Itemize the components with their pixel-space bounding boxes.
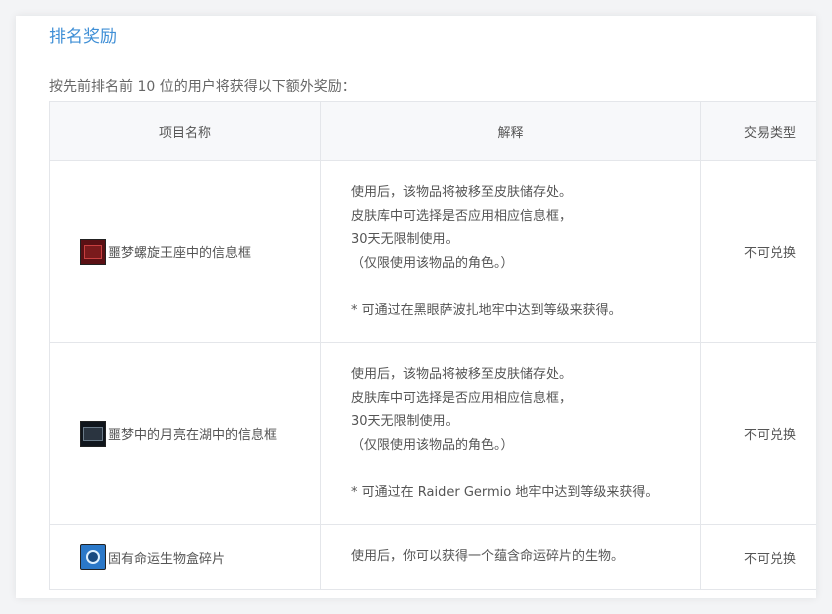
frame-red-icon <box>80 238 106 265</box>
description-line: 皮肤库中可选择是否应用相应信息框， <box>351 390 573 406</box>
item-name-cell: 噩梦螺旋王座中的信息框 <box>49 160 321 343</box>
header-description: 解释 <box>320 101 701 161</box>
description-line: （仅限使用该物品的角色。） <box>351 437 514 453</box>
description-line: 30天无限制使用。 <box>351 232 459 247</box>
trade-type-cell: 不可兑换 <box>700 524 816 590</box>
item-name: 噩梦中的月亮在湖中的信息框 <box>108 428 278 443</box>
description-line: 使用后，该物品将被移至皮肤储存处。 <box>351 367 573 382</box>
item-name: 噩梦螺旋王座中的信息框 <box>108 246 252 261</box>
item-description-cell: 使用后，该物品将被移至皮肤储存处。 皮肤库中可选择是否应用相应信息框， 30天无… <box>320 160 701 343</box>
description-note: * 可通过在 Raider Germio 地牢中达到等级来获得。 <box>351 484 659 500</box>
table-row: 噩梦中的月亮在湖中的信息框 使用后，该物品将被移至皮肤储存处。 皮肤库中可选择是… <box>49 342 816 525</box>
trade-type-cell: 不可兑换 <box>700 160 816 343</box>
frame-moon-icon <box>80 420 106 447</box>
description-line: 皮肤库中可选择是否应用相应信息框， <box>351 208 573 224</box>
section-title: 排名奖励 <box>49 27 117 47</box>
table-header-row: 项目名称 解释 交易类型 <box>49 101 816 161</box>
item-name: 固有命运生物盒碎片 <box>108 551 226 567</box>
item-description-cell: 使用后，你可以获得一个蕴含命运碎片的生物。 <box>320 524 701 590</box>
description-line: 使用后，你可以获得一个蕴含命运碎片的生物。 <box>351 549 625 565</box>
header-trade-type: 交易类型 <box>700 101 816 161</box>
trade-type-cell: 不可兑换 <box>700 342 816 525</box>
header-item-name: 项目名称 <box>49 101 321 161</box>
description-line: 30天无限制使用。 <box>351 414 459 429</box>
reward-table: 项目名称 解释 交易类型 噩梦螺旋王座中的信息框 使用后，该物品将被移至皮肤储存… <box>49 101 816 590</box>
description-note: * 可通过在黑眼萨波扎地牢中达到等级来获得。 <box>351 302 622 318</box>
destiny-box-icon <box>80 544 106 570</box>
table-row: 固有命运生物盒碎片 使用后，你可以获得一个蕴含命运碎片的生物。 不可兑换 <box>49 524 816 590</box>
item-description-cell: 使用后，该物品将被移至皮肤储存处。 皮肤库中可选择是否应用相应信息框， 30天无… <box>320 342 701 525</box>
table-row: 噩梦螺旋王座中的信息框 使用后，该物品将被移至皮肤储存处。 皮肤库中可选择是否应… <box>49 160 816 343</box>
item-name-cell: 噩梦中的月亮在湖中的信息框 <box>49 342 321 525</box>
reward-card: 排名奖励 按先前排名前 10 位的用户将获得以下额外奖励： 项目名称 解释 交易… <box>16 16 816 598</box>
description-line: （仅限使用该物品的角色。） <box>351 255 514 271</box>
description-line: 使用后，该物品将被移至皮肤储存处。 <box>351 185 573 200</box>
section-intro: 按先前排名前 10 位的用户将获得以下额外奖励： <box>49 79 356 95</box>
item-name-cell: 固有命运生物盒碎片 <box>49 524 321 590</box>
